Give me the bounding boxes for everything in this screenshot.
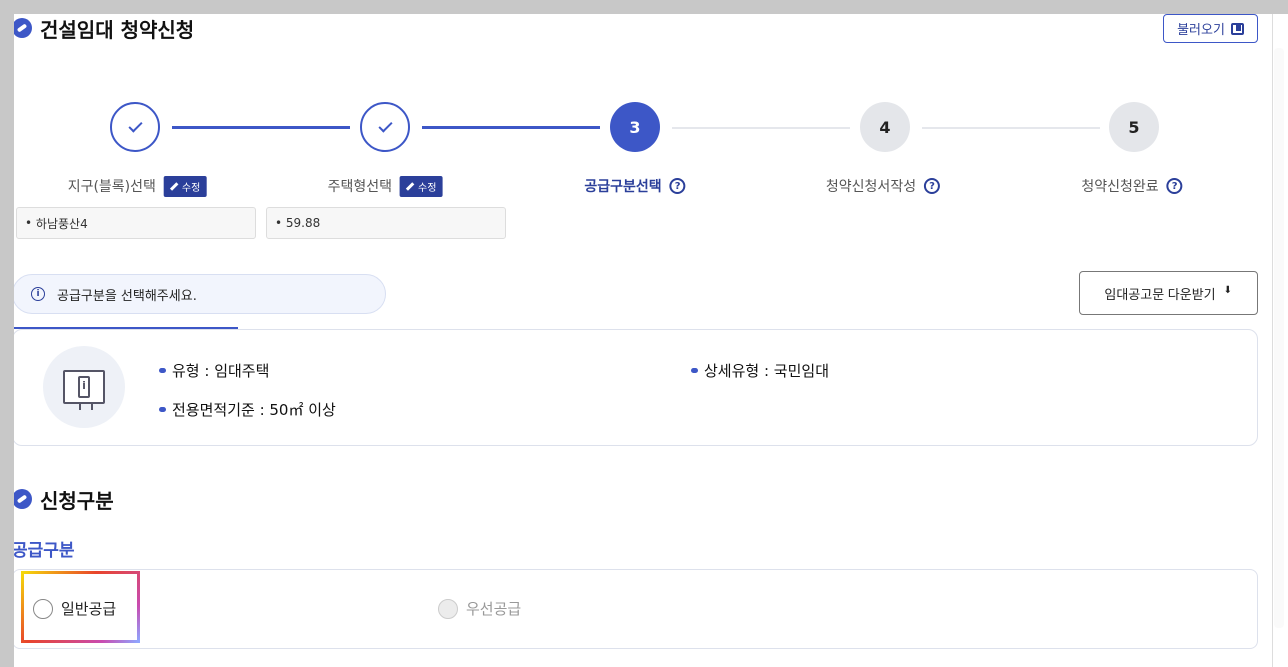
- info-glyph: i: [78, 376, 90, 398]
- detail-sub-type-text: 상세유형 : 국민임대: [704, 362, 829, 380]
- page-title: 건설임대 청약신청: [14, 14, 194, 42]
- pencil-icon: [170, 181, 179, 191]
- detail-type: 유형 : 임대주택: [159, 360, 269, 381]
- bullet-icon: [691, 368, 698, 373]
- info-icon: i: [31, 287, 45, 301]
- detail-type-text: 유형 : 임대주택: [172, 362, 270, 380]
- step-5-number: 5: [1128, 117, 1140, 137]
- step-5-circle: 5: [1109, 102, 1159, 152]
- step-connector-3: [672, 127, 850, 129]
- kiosk-icon: i: [43, 346, 125, 428]
- section-title-apply-text: 신청구분: [40, 488, 114, 513]
- download-icon: [1224, 285, 1233, 299]
- selected-district-field: • 하남풍산4: [16, 207, 256, 239]
- refresh-icon: [14, 18, 32, 38]
- help-icon[interactable]: ?: [1166, 178, 1183, 194]
- step-3-number: 3: [629, 117, 641, 137]
- load-button[interactable]: 불러오기: [1163, 14, 1258, 43]
- bullet-dot: •: [25, 216, 36, 230]
- step-4-circle: 4: [860, 102, 910, 152]
- notice-text: 공급구분을 선택해주세요.: [57, 288, 197, 304]
- scrollbar-thumb[interactable]: [1274, 48, 1284, 628]
- detail-area: 전용면적기준 : 50㎡ 이상: [159, 399, 336, 420]
- radio-priority-supply-label: 우선공급: [466, 600, 522, 618]
- supply-type-label: 공급구분: [14, 541, 75, 561]
- step-2-label: 주택형선택 수정: [328, 174, 443, 198]
- selected-district-value: 하남풍산4: [35, 216, 88, 231]
- step-1-label-text: 지구(블록)선택: [67, 179, 156, 195]
- section-title-apply: 신청구분: [14, 486, 114, 513]
- page-content: 건설임대 청약신청 불러오기 3 4 5 지구(블록)선택 수정 주택형선택 수…: [14, 14, 1272, 667]
- pencil-icon: [406, 181, 415, 191]
- load-button-label: 불러오기: [1177, 22, 1225, 37]
- check-icon: [127, 118, 143, 133]
- step-connector-1: [172, 126, 350, 129]
- kiosk-screen: i: [63, 370, 105, 410]
- step-1-circle: [110, 102, 160, 152]
- step-1-label: 지구(블록)선택 수정: [68, 174, 207, 198]
- edit-badge-label: 수정: [418, 182, 437, 194]
- detail-sub-type: 상세유형 : 국민임대: [691, 360, 829, 381]
- radio-circle[interactable]: [33, 598, 53, 619]
- page-title-text: 건설임대 청약신청: [40, 17, 195, 42]
- edit-badge-label: 수정: [181, 182, 201, 194]
- step-4-label-text: 청약신청서작성: [825, 179, 917, 195]
- step-3-label: 공급구분선택 ?: [584, 174, 686, 198]
- step-connector-2: [422, 126, 600, 129]
- radio-general-supply-label: 일반공급: [61, 600, 117, 618]
- edit-house-type-button[interactable]: 수정: [400, 175, 443, 197]
- step-4-number: 4: [879, 117, 891, 137]
- radio-circle: [438, 598, 458, 619]
- step-5-label-text: 청약신청완료: [1081, 179, 1159, 195]
- download-button-label: 임대공고문 다운받기: [1104, 286, 1216, 302]
- refresh-icon: [14, 489, 32, 509]
- bullet-dot: •: [275, 216, 286, 230]
- bullet-icon: [159, 407, 166, 412]
- help-icon[interactable]: ?: [924, 178, 941, 194]
- housing-detail-card: i 유형 : 임대주택 상세유형 : 국민임대 전용면적기준 : 50㎡ 이상: [14, 329, 1258, 446]
- help-icon[interactable]: ?: [669, 178, 686, 194]
- edit-district-button[interactable]: 수정: [163, 175, 207, 197]
- step-connector-4: [922, 127, 1100, 129]
- selected-house-type-value: 59.88: [285, 216, 321, 230]
- radio-priority-supply: 우선공급: [438, 598, 521, 619]
- notice-banner: i 공급구분을 선택해주세요.: [14, 274, 386, 314]
- check-icon: [377, 118, 393, 133]
- download-notice-button[interactable]: 임대공고문 다운받기: [1079, 271, 1258, 315]
- supply-options-card: 일반공급 우선공급: [14, 569, 1258, 649]
- step-2-circle: [360, 102, 410, 152]
- selected-house-type-field: • 59.88: [266, 207, 506, 239]
- detail-area-text: 전용면적기준 : 50㎡ 이상: [172, 401, 336, 419]
- step-2-label-text: 주택형선택: [327, 179, 392, 195]
- step-3-circle: 3: [610, 102, 660, 152]
- step-4-label: 청약신청서작성 ?: [825, 174, 941, 198]
- bullet-icon: [159, 368, 166, 373]
- step-3-label-text: 공급구분선택: [584, 179, 662, 195]
- step-5-label: 청약신청완료 ?: [1081, 174, 1183, 198]
- copy-icon: [1230, 22, 1244, 35]
- radio-general-supply[interactable]: 일반공급: [33, 598, 116, 619]
